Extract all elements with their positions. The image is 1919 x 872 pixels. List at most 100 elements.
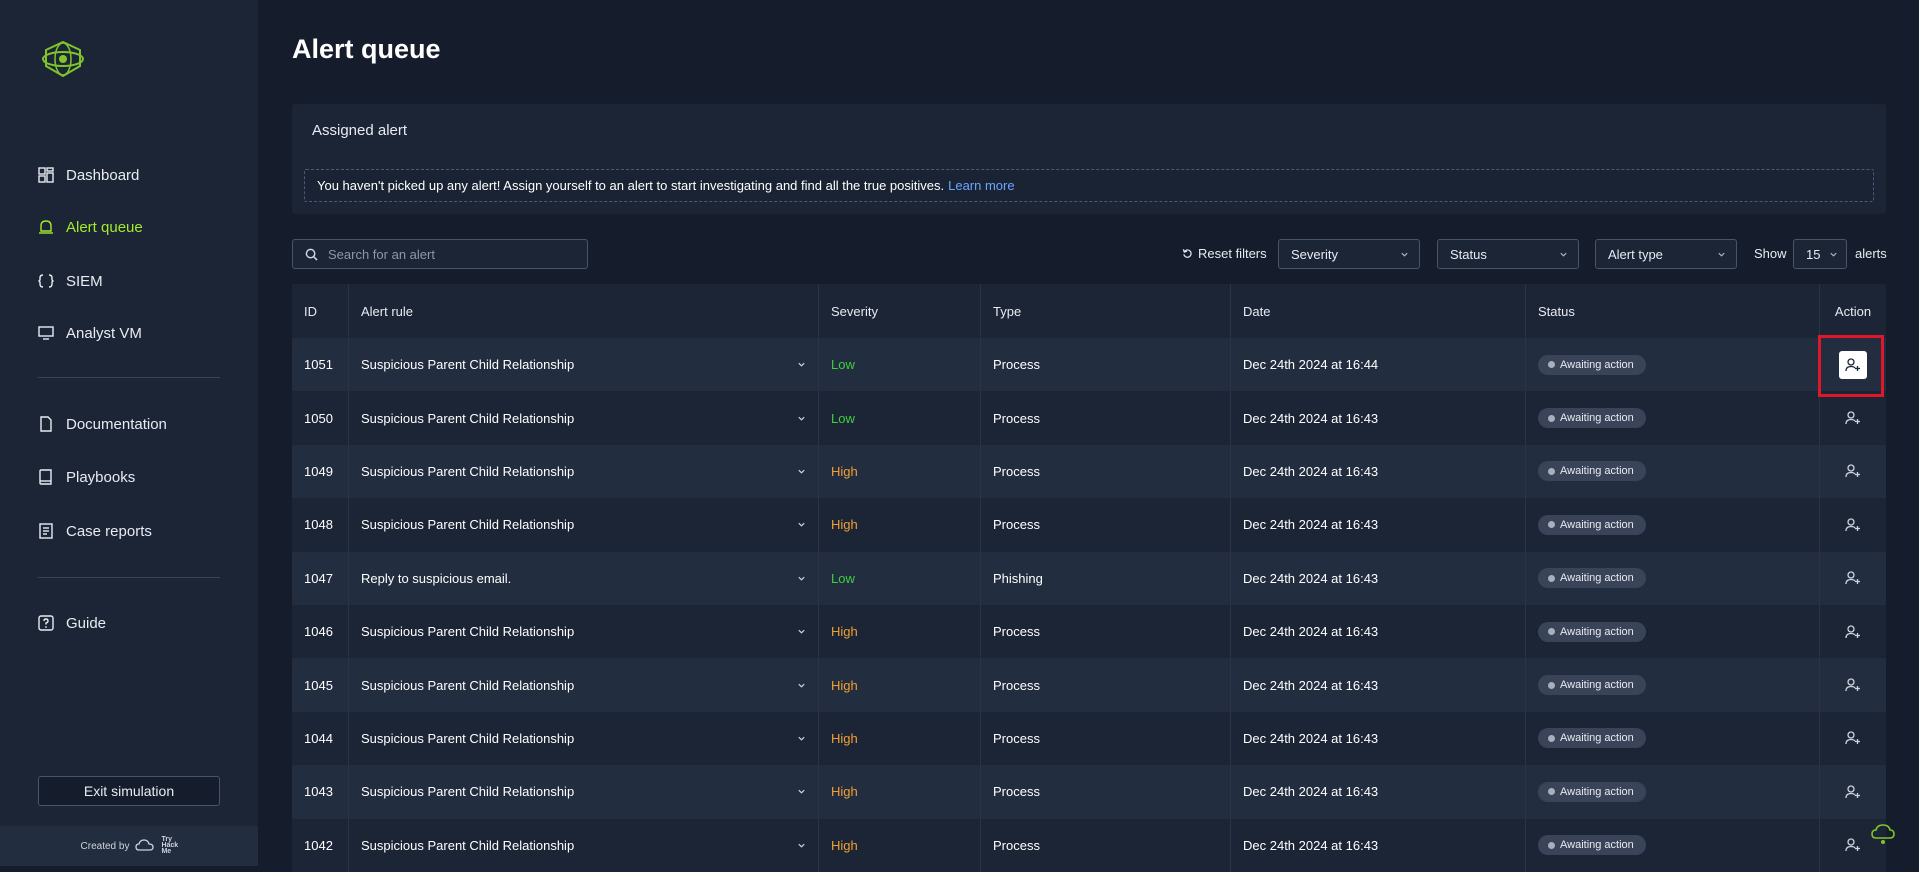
status-dot <box>1548 788 1555 796</box>
learn-more-link[interactable]: Learn more <box>948 178 1014 193</box>
assign-to-me-button[interactable] <box>1839 831 1867 859</box>
alert-id: 1051 <box>292 338 349 392</box>
alerts-table: ID Alert rule Severity Type Date Status … <box>292 284 1886 872</box>
reset-filters-button[interactable]: Reset filters <box>1182 246 1267 261</box>
floating-help-cloud-icon[interactable] <box>1868 818 1898 848</box>
sidebar-item-playbooks[interactable]: Playbooks <box>38 462 135 492</box>
sidebar-item-label: Playbooks <box>66 468 136 486</box>
chevron-down-icon[interactable] <box>797 574 806 583</box>
no-alert-notice: You haven't picked up any alert! Assign … <box>304 169 1874 202</box>
alert-severity: Low <box>819 551 981 605</box>
sidebar-item-siem[interactable]: SIEM <box>38 266 103 296</box>
status-text: Awaiting action <box>1560 572 1634 585</box>
alert-rule-cell[interactable]: Suspicious Parent Child Relationship <box>349 658 819 712</box>
table-row[interactable]: 1043 Suspicious Parent Child Relationship… <box>292 765 1886 819</box>
alert-status-cell: Awaiting action <box>1526 338 1820 392</box>
table-row[interactable]: 1046 Suspicious Parent Child Relationship… <box>292 604 1886 659</box>
chevron-down-icon[interactable] <box>797 734 806 743</box>
tryhackme-brand-text: Try Hack Me <box>161 836 179 855</box>
assign-to-me-button[interactable] <box>1839 671 1867 699</box>
sidebar-item-case-reports[interactable]: Case reports <box>38 516 152 546</box>
assign-to-me-button[interactable] <box>1839 724 1867 752</box>
alert-action-cell <box>1820 391 1886 444</box>
chevron-down-icon[interactable] <box>797 467 806 476</box>
table-row[interactable]: 1051 Suspicious Parent Child Relationship… <box>292 338 1886 392</box>
sidebar-item-documentation[interactable]: Documentation <box>38 409 167 439</box>
sidebar-item-analyst-vm[interactable]: Analyst VM <box>38 318 142 348</box>
alert-type: Process <box>981 604 1231 659</box>
alert-rule-text: Suspicious Parent Child Relationship <box>361 517 575 533</box>
alert-id: 1049 <box>292 444 349 499</box>
show-label: Show <box>1754 246 1787 261</box>
monitor-icon <box>38 326 54 340</box>
alert-date: Dec 24th 2024 at 16:43 <box>1231 498 1526 552</box>
sidebar-item-guide[interactable]: Guide <box>38 608 106 638</box>
assign-to-me-button[interactable] <box>1839 457 1867 485</box>
sidebar-item-label: SIEM <box>66 272 103 290</box>
alert-action-cell <box>1820 605 1886 658</box>
assign-to-me-button[interactable] <box>1839 404 1867 432</box>
status-text: Awaiting action <box>1560 679 1634 692</box>
alert-rule-text: Suspicious Parent Child Relationship <box>361 730 575 746</box>
table-row[interactable]: 1042 Suspicious Parent Child Relationship… <box>292 818 1886 872</box>
alert-rule-text: Reply to suspicious email. <box>361 570 512 586</box>
alert-rule-cell[interactable]: Suspicious Parent Child Relationship <box>349 391 819 445</box>
chevron-down-icon[interactable] <box>797 627 806 636</box>
alert-rule-cell[interactable]: Suspicious Parent Child Relationship <box>349 604 819 659</box>
chevron-down-icon <box>1830 252 1837 257</box>
table-row[interactable]: 1050 Suspicious Parent Child Relationship… <box>292 391 1886 445</box>
table-row[interactable]: 1047 Reply to suspicious email. Low Phishin… <box>292 551 1886 605</box>
assign-to-me-button[interactable] <box>1839 511 1867 539</box>
status-text: Awaiting action <box>1560 465 1634 478</box>
assign-to-me-button[interactable] <box>1839 564 1867 592</box>
assign-to-me-button[interactable] <box>1839 618 1867 646</box>
table-row[interactable]: 1045 Suspicious Parent Child Relationship… <box>292 658 1886 712</box>
brackets-icon <box>38 274 54 288</box>
alert-action-cell <box>1820 658 1886 711</box>
alert-rule-cell[interactable]: Suspicious Parent Child Relationship <box>349 444 819 499</box>
alert-rule-cell[interactable]: Suspicious Parent Child Relationship <box>349 711 819 766</box>
alert-rule-cell[interactable]: Suspicious Parent Child Relationship <box>349 338 819 392</box>
document-icon <box>40 416 52 432</box>
exit-simulation-button[interactable]: Exit simulation <box>38 776 220 806</box>
search-input[interactable] <box>328 246 568 262</box>
reset-icon <box>1182 249 1192 258</box>
chevron-down-icon[interactable] <box>797 787 806 796</box>
chevron-down-icon[interactable] <box>797 841 806 850</box>
alert-action-cell <box>1820 552 1886 605</box>
search-box[interactable] <box>292 239 588 269</box>
alert-date: Dec 24th 2024 at 16:43 <box>1231 658 1526 712</box>
alert-id: 1047 <box>292 551 349 605</box>
alert-severity: Low <box>819 391 981 445</box>
alert-type: Process <box>981 498 1231 552</box>
sidebar-item-label: Alert queue <box>66 218 143 236</box>
status-dot <box>1548 734 1555 742</box>
alert-rule-cell[interactable]: Reply to suspicious email. <box>349 551 819 605</box>
chevron-down-icon[interactable] <box>797 360 806 369</box>
chevron-down-icon <box>1401 252 1408 257</box>
table-row[interactable]: 1048 Suspicious Parent Child Relationship… <box>292 498 1886 552</box>
table-row[interactable]: 1049 Suspicious Parent Child Relationship… <box>292 444 1886 499</box>
sidebar-item-dashboard[interactable]: Dashboard <box>38 160 139 190</box>
chevron-down-icon[interactable] <box>797 520 806 529</box>
reset-filters-label: Reset filters <box>1198 246 1267 261</box>
page-title: Alert queue <box>292 34 441 64</box>
alert-rule-cell[interactable]: Suspicious Parent Child Relationship <box>349 498 819 552</box>
table-row[interactable]: 1044 Suspicious Parent Child Relationship… <box>292 711 1886 766</box>
status-dot <box>1548 574 1555 582</box>
alert-type-filter-select[interactable]: Alert type <box>1595 239 1737 269</box>
chevron-down-icon[interactable] <box>797 681 806 690</box>
alert-rule-cell[interactable]: Suspicious Parent Child Relationship <box>349 765 819 819</box>
assign-to-me-button[interactable] <box>1839 778 1867 806</box>
page-size-select[interactable]: 15 <box>1793 239 1847 269</box>
severity-filter-select[interactable]: Severity <box>1278 239 1420 269</box>
chevron-down-icon[interactable] <box>797 414 806 423</box>
alert-id: 1050 <box>292 391 349 445</box>
alert-rule-cell[interactable]: Suspicious Parent Child Relationship <box>349 818 819 872</box>
alert-type: Process <box>981 818 1231 872</box>
header-date: Date <box>1231 284 1526 338</box>
status-filter-select[interactable]: Status <box>1437 239 1579 269</box>
sidebar-item-alert-queue[interactable]: Alert queue <box>38 212 143 242</box>
alert-severity: High <box>819 444 981 499</box>
alert-type: Process <box>981 765 1231 819</box>
